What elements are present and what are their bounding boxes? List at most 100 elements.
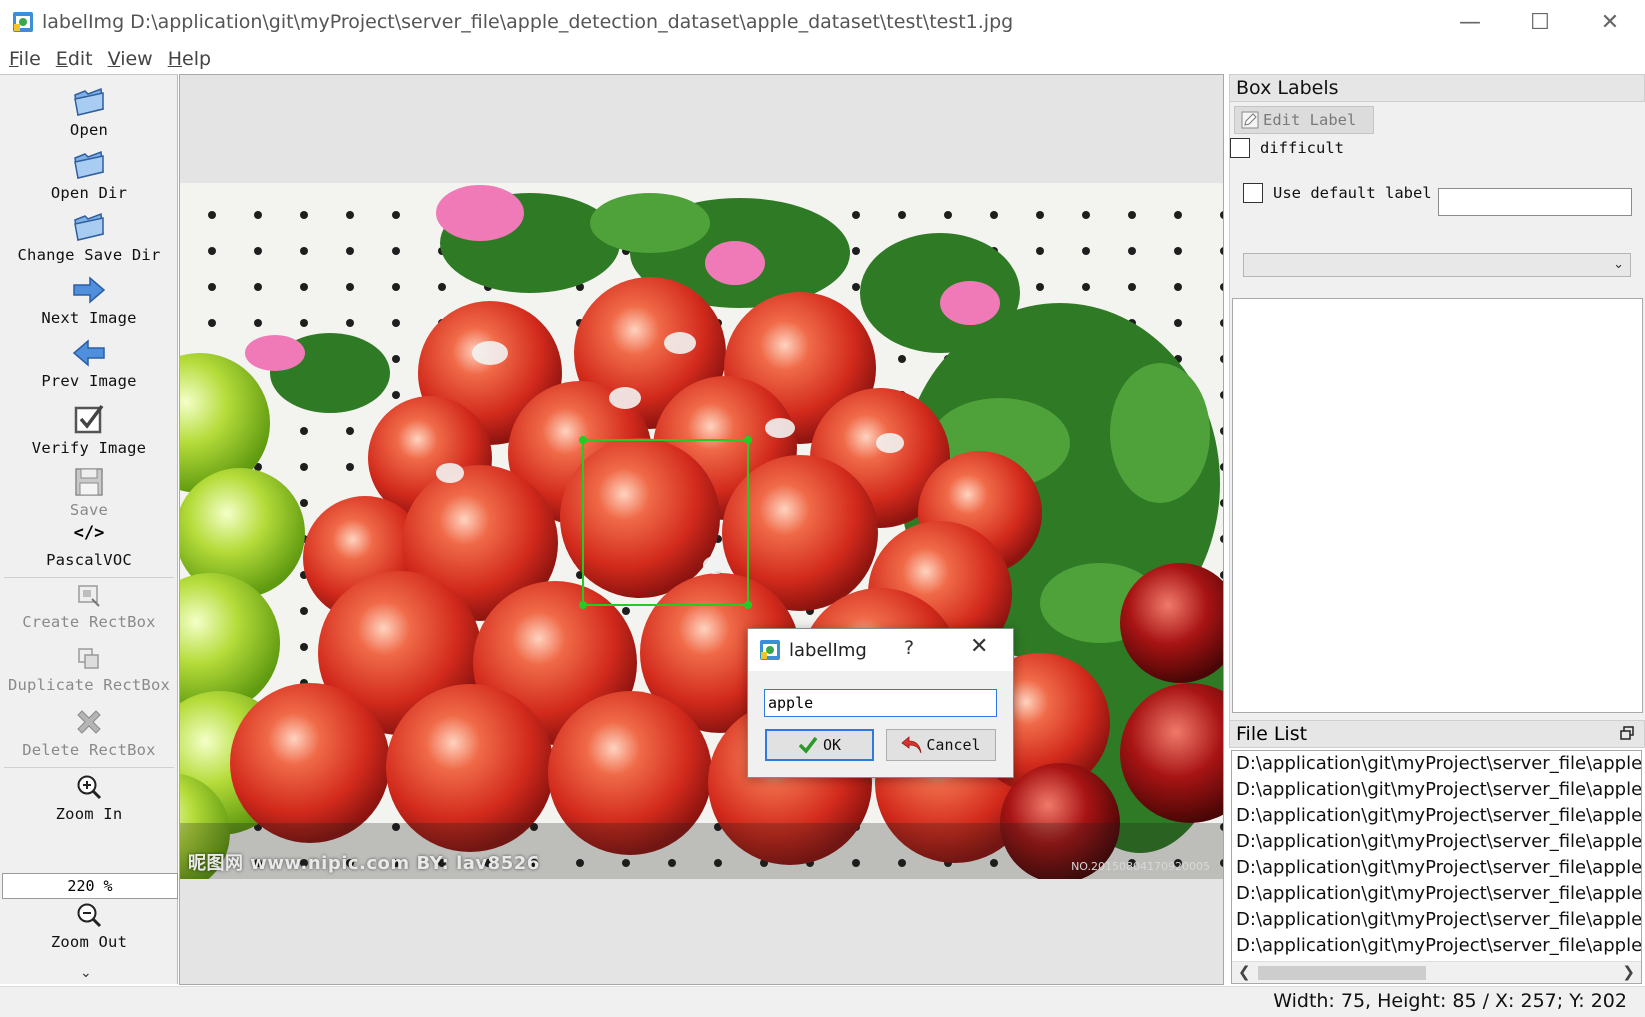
menu-file[interactable]: File bbox=[9, 48, 41, 70]
file-list-item[interactable]: D:\application\git\myProject\server_file… bbox=[1232, 855, 1641, 881]
delete-rectbox-button[interactable]: Delete RectBox bbox=[0, 707, 178, 759]
labelimg-app-icon bbox=[13, 12, 33, 32]
prev-image-button[interactable]: Prev Image bbox=[0, 338, 178, 390]
bbox-corner-handle bbox=[579, 436, 587, 444]
folder-open-icon bbox=[74, 87, 104, 116]
dock-float-icon[interactable] bbox=[1620, 726, 1634, 740]
use-default-label-text: Use default label bbox=[1273, 184, 1432, 202]
dialog-close-icon[interactable]: ✕ bbox=[970, 634, 988, 659]
open-dir-label: Open Dir bbox=[50, 184, 128, 202]
duplicate-rectbox-button[interactable]: Duplicate RectBox bbox=[0, 646, 178, 694]
zoom-out-button[interactable]: Zoom Out bbox=[0, 901, 178, 951]
next-image-button[interactable]: Next Image bbox=[0, 275, 178, 327]
folder-open-icon bbox=[74, 150, 104, 179]
dialog-title-bar: labelImg ? ✕ bbox=[748, 629, 1013, 671]
delete-x-icon bbox=[77, 710, 101, 734]
verify-image-button[interactable]: Verify Image bbox=[0, 403, 178, 457]
zoom-in-icon bbox=[77, 775, 102, 800]
create-rectbox-button[interactable]: Create RectBox bbox=[0, 583, 178, 631]
menu-help[interactable]: Help bbox=[168, 48, 211, 70]
difficult-checkbox-row[interactable]: difficult bbox=[1230, 138, 1344, 158]
file-list-item[interactable]: D:\application\git\myProject\server_file… bbox=[1232, 777, 1641, 803]
apple-photo[interactable]: 昵图网 www.nipic.com BY: lav8526 NO.2015080… bbox=[180, 183, 1224, 879]
open-dir-button[interactable]: Open Dir bbox=[0, 150, 178, 202]
default-label-input[interactable] bbox=[1438, 188, 1632, 216]
checkbox-checked-icon bbox=[74, 404, 104, 434]
create-rectbox-label: Create RectBox bbox=[22, 613, 156, 631]
label-filter-combobox[interactable]: ⌄ bbox=[1243, 253, 1631, 277]
label-dialog: labelImg ? ✕ apple OK Cancel bbox=[747, 628, 1014, 778]
file-list-item[interactable]: D:\application\git\myProject\server_file… bbox=[1232, 829, 1641, 855]
close-window-button[interactable]: ✕ bbox=[1575, 0, 1645, 44]
check-icon bbox=[798, 736, 818, 754]
file-list-horizontal-scrollbar[interactable]: ❮ ❯ bbox=[1232, 961, 1641, 983]
status-text: Width: 75, Height: 85 / X: 257; Y: 202 bbox=[1273, 990, 1627, 1012]
help-icon[interactable]: ? bbox=[904, 637, 914, 659]
create-rect-icon bbox=[78, 585, 100, 607]
zoom-value-spinbox[interactable]: 220 % bbox=[2, 873, 178, 899]
use-default-label-checkbox[interactable] bbox=[1243, 183, 1263, 203]
duplicate-rectbox-label: Duplicate RectBox bbox=[7, 676, 171, 694]
scroll-left-icon[interactable]: ❮ bbox=[1238, 963, 1251, 981]
menu-view[interactable]: View bbox=[108, 48, 153, 70]
toolbar-separator bbox=[4, 577, 174, 578]
format-pascalvoc-button[interactable]: </> PascalVOC bbox=[0, 521, 178, 569]
use-default-label-row[interactable]: Use default label bbox=[1243, 183, 1432, 203]
box-labels-panel: Edit Label difficult Use default label ⌄ bbox=[1229, 102, 1645, 720]
cancel-label: Cancel bbox=[926, 736, 981, 754]
zoom-value: 220 % bbox=[67, 877, 113, 895]
maximize-icon: ☐ bbox=[1530, 9, 1550, 35]
change-save-dir-button[interactable]: Change Save Dir bbox=[0, 212, 178, 264]
photo-watermark-id: NO.20150804170920005 bbox=[1071, 860, 1210, 873]
toolbar-extension-chevron-icon[interactable]: ⌄ bbox=[80, 965, 92, 981]
maximize-button[interactable]: ☐ bbox=[1505, 0, 1575, 44]
bbox-corner-handle bbox=[744, 601, 752, 609]
label-name-input[interactable]: apple bbox=[764, 689, 997, 717]
labelimg-app-icon bbox=[760, 640, 780, 660]
file-list-item[interactable]: D:\application\git\myProject\server_file… bbox=[1232, 751, 1641, 777]
change-save-dir-label: Change Save Dir bbox=[17, 246, 161, 264]
scrollbar-thumb[interactable] bbox=[1258, 966, 1426, 980]
image-canvas[interactable]: 昵图网 www.nipic.com BY: lav8526 NO.2015080… bbox=[179, 74, 1224, 985]
menu-edit[interactable]: Edit bbox=[56, 48, 93, 70]
toolbar-separator bbox=[4, 767, 174, 768]
dialog-title: labelImg bbox=[789, 639, 867, 661]
minimize-button[interactable]: — bbox=[1435, 0, 1505, 44]
box-labels-header: Box Labels bbox=[1229, 74, 1645, 102]
open-button[interactable]: Open bbox=[0, 87, 178, 139]
zoom-in-button[interactable]: Zoom In bbox=[0, 773, 178, 823]
bounding-box-overlay[interactable] bbox=[180, 183, 1224, 879]
file-list-item[interactable]: D:\application\git\myProject\server_file… bbox=[1232, 907, 1641, 933]
status-bar: Width: 75, Height: 85 / X: 257; Y: 202 bbox=[0, 986, 1645, 1017]
zoom-out-label: Zoom Out bbox=[50, 933, 128, 951]
ok-button[interactable]: OK bbox=[765, 729, 874, 761]
file-list-item[interactable]: D:\application\git\myProject\server_file… bbox=[1232, 881, 1641, 907]
label-list[interactable] bbox=[1232, 298, 1643, 713]
menu-bar: File Edit View Help bbox=[0, 44, 1645, 74]
zoom-in-label: Zoom In bbox=[55, 805, 123, 823]
edit-label-button[interactable]: Edit Label bbox=[1234, 106, 1374, 134]
edit-pencil-icon bbox=[1241, 111, 1259, 129]
box-labels-dock: Box Labels bbox=[1229, 74, 1645, 102]
delete-rectbox-label: Delete RectBox bbox=[22, 741, 156, 759]
scroll-right-icon[interactable]: ❯ bbox=[1622, 963, 1635, 981]
file-list[interactable]: D:\application\git\myProject\server_file… bbox=[1231, 750, 1642, 984]
save-button[interactable]: Save bbox=[0, 467, 178, 519]
open-label: Open bbox=[69, 121, 109, 139]
undo-arrow-icon bbox=[901, 736, 922, 754]
file-list-header: File List bbox=[1229, 720, 1645, 748]
difficult-label: difficult bbox=[1260, 139, 1344, 157]
cancel-button[interactable]: Cancel bbox=[886, 729, 996, 761]
prev-image-label: Prev Image bbox=[41, 372, 137, 390]
next-image-label: Next Image bbox=[41, 309, 137, 327]
duplicate-icon bbox=[78, 648, 99, 669]
arrow-left-icon bbox=[72, 339, 105, 367]
chevron-down-icon: ⌄ bbox=[1613, 257, 1624, 272]
difficult-checkbox[interactable] bbox=[1230, 138, 1250, 158]
window-title: labelImg D:\application\git\myProject\se… bbox=[42, 11, 1014, 33]
file-list-item[interactable]: D:\application\git\myProject\server_file… bbox=[1232, 933, 1641, 959]
code-icon: </> bbox=[73, 523, 105, 543]
arrow-right-icon bbox=[73, 276, 106, 304]
close-icon: ✕ bbox=[1600, 9, 1620, 35]
file-list-item[interactable]: D:\application\git\myProject\server_file… bbox=[1232, 803, 1641, 829]
